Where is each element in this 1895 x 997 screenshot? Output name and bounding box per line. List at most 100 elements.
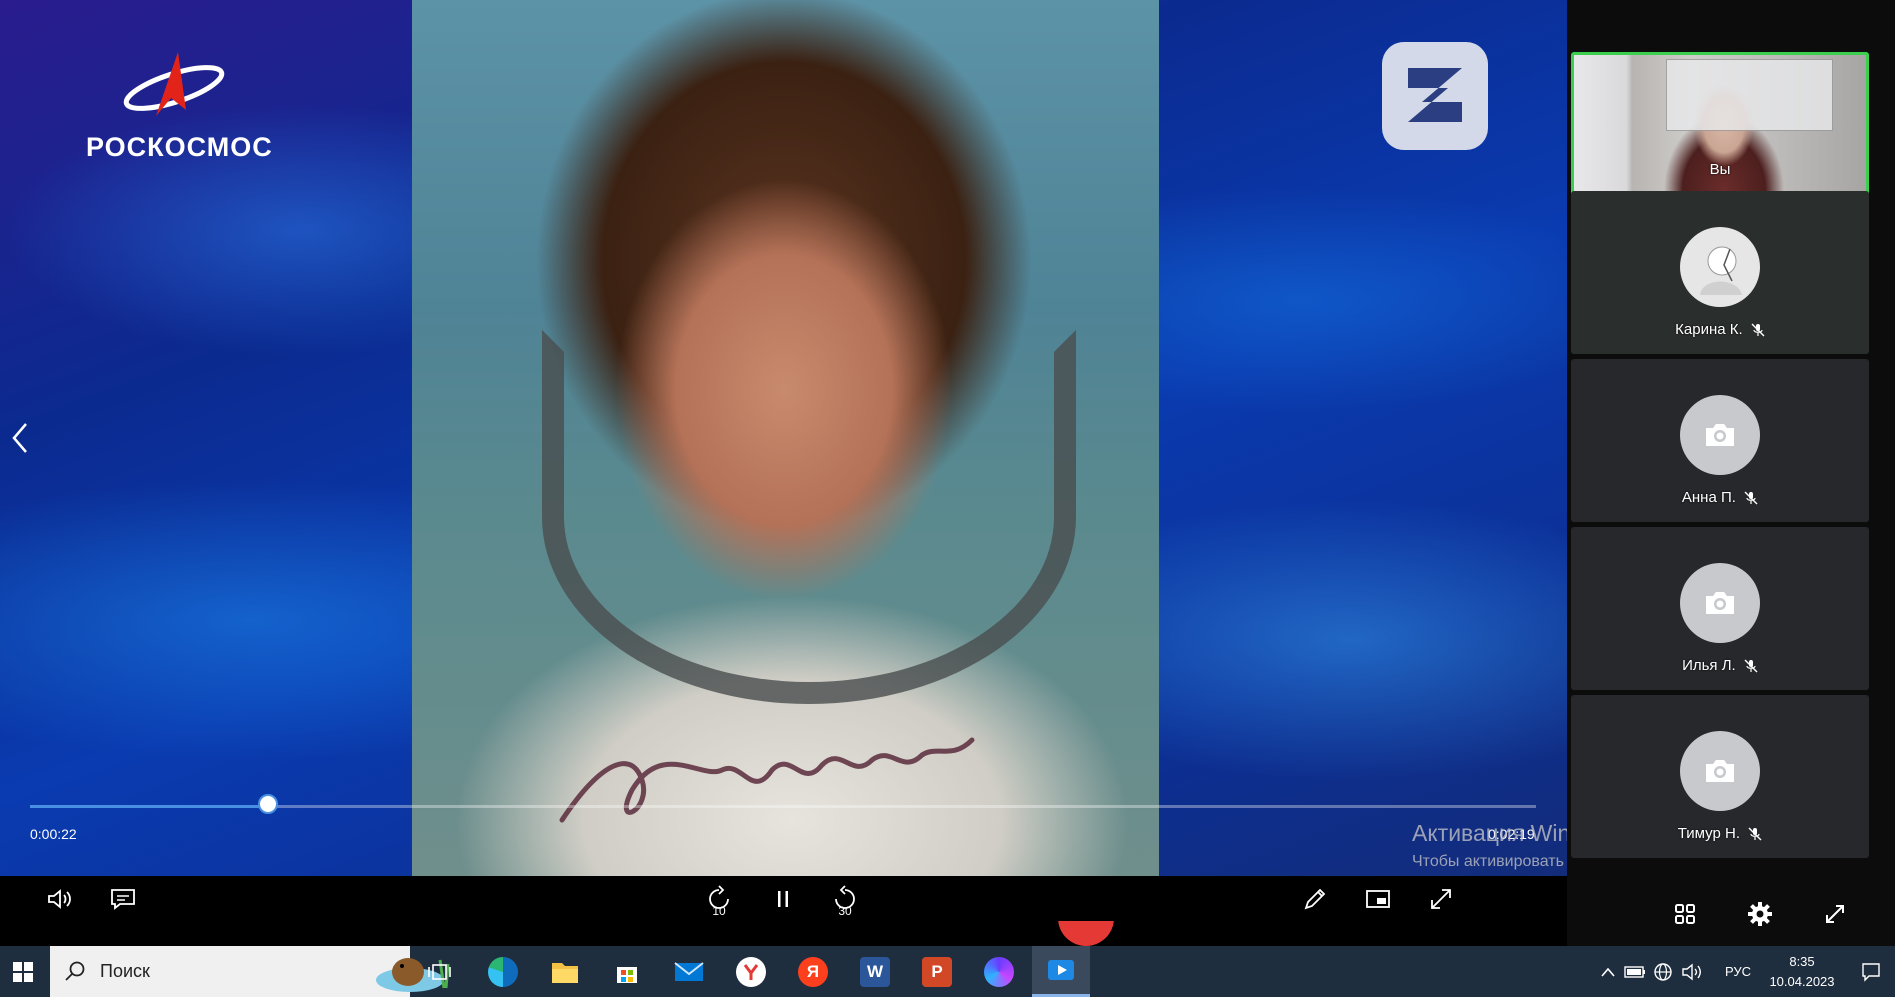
grid-view-button[interactable] <box>1668 897 1702 931</box>
speaker-icon <box>1682 963 1701 980</box>
pause-button[interactable] <box>766 882 800 916</box>
video-progress-fill <box>30 805 268 808</box>
portrait-image <box>412 0 1159 876</box>
expand-icon <box>1431 889 1451 909</box>
video-progress-track[interactable] <box>30 794 1536 814</box>
input-language[interactable]: РУС <box>1720 946 1756 997</box>
pip-icon <box>1366 890 1390 908</box>
network-button[interactable] <box>1650 946 1676 997</box>
folder-icon <box>552 962 578 983</box>
z-logo <box>1382 42 1488 150</box>
notification-center-button[interactable] <box>1856 946 1886 997</box>
task-view-icon <box>428 963 451 980</box>
forward-button[interactable]: 30 <box>828 882 862 918</box>
avatar <box>1680 395 1760 475</box>
word-icon: W <box>860 956 890 987</box>
participant-name: Тимур Н. <box>1571 825 1869 842</box>
fullscreen-button[interactable] <box>1424 882 1458 916</box>
yandex-browser-icon <box>736 956 766 987</box>
volume-button[interactable] <box>43 882 77 916</box>
expand-icon <box>1826 905 1844 923</box>
participant-tile[interactable]: Илья Л. <box>1571 527 1869 690</box>
annotate-button[interactable] <box>1298 882 1332 916</box>
participant-name: Анна П. <box>1571 489 1869 506</box>
mail-app[interactable] <box>660 946 718 997</box>
store-icon <box>617 966 637 983</box>
camera-icon <box>1706 760 1734 782</box>
participant-name: Илья Л. <box>1571 657 1869 674</box>
globe-icon <box>1654 962 1672 981</box>
edge-app[interactable] <box>474 946 532 997</box>
roscosmos-text: РОСКОСМОС <box>86 132 273 162</box>
rewind-seconds: 10 <box>712 904 726 918</box>
clock-date: 10.04.2023 <box>1769 974 1835 989</box>
camera-icon <box>1706 424 1734 446</box>
participant-tile[interactable]: Тимур Н. <box>1571 695 1869 858</box>
player-controls-bar: 10 30 <box>0 876 1567 921</box>
taskbar-search-box[interactable]: Поиск <box>50 946 450 997</box>
volume-icon <box>48 889 71 909</box>
yandex-browser-app[interactable] <box>722 946 780 997</box>
settings-button[interactable] <box>1743 897 1777 931</box>
forward-seconds: 30 <box>838 904 852 918</box>
helmet-ring <box>542 330 1076 704</box>
recording-indicator[interactable] <box>1058 921 1114 946</box>
yandex-icon: Я <box>798 956 828 987</box>
camera-icon <box>1706 592 1734 614</box>
watermark-subtitle: Чтобы активировать Windows, перейдите в … <box>1412 853 1567 870</box>
roscosmos-emblem-icon <box>123 52 225 116</box>
user-photo-icon <box>1700 246 1742 295</box>
windows-taskbar: Поиск Я W P РУС 8:35 10.04.2023 <box>0 946 1895 997</box>
search-icon <box>65 961 85 981</box>
presentation-stage: РОСКОСМОС 0:00:22 0:02:19 Активация Wind… <box>0 0 1567 876</box>
edge-icon <box>488 956 518 987</box>
participant-name: Вы <box>1709 161 1731 178</box>
media-player-app[interactable] <box>1032 946 1090 997</box>
participant-name: Карина К. <box>1571 321 1869 338</box>
watermark-title: Активация Windows <box>1412 820 1567 846</box>
mic-off-icon <box>1751 323 1765 337</box>
participant-tile[interactable]: Анна П. <box>1571 359 1869 522</box>
pencil-icon <box>1304 888 1326 910</box>
start-button[interactable] <box>0 946 46 997</box>
volume-tray-button[interactable] <box>1678 946 1706 997</box>
picture-in-picture-button[interactable] <box>1361 882 1395 916</box>
captions-button[interactable] <box>106 882 140 916</box>
mail-icon <box>674 961 704 981</box>
search-placeholder: Поиск <box>100 961 150 981</box>
task-view-button[interactable] <box>412 946 470 997</box>
current-time: 0:00:22 <box>30 826 77 842</box>
windows-logo-icon <box>13 961 33 982</box>
windows-activation-watermark: Активация Windows Чтобы активировать Win… <box>1412 820 1567 873</box>
alice-app[interactable] <box>970 946 1028 997</box>
signature-image <box>559 737 975 823</box>
z-letter-icon <box>1408 68 1462 122</box>
yandex-app[interactable]: Я <box>784 946 842 997</box>
powerpoint-app[interactable]: P <box>908 946 966 997</box>
battery-button[interactable] <box>1622 946 1648 997</box>
mic-off-icon <box>1744 491 1758 505</box>
mic-off-icon <box>1748 827 1762 841</box>
chevron-up-icon <box>1601 967 1615 977</box>
store-app[interactable] <box>598 946 656 997</box>
mic-off-icon <box>1744 659 1758 673</box>
avatar <box>1680 563 1760 643</box>
expand-panel-button[interactable] <box>1818 897 1852 931</box>
previous-slide-chevron-icon[interactable] <box>8 418 32 458</box>
participant-tile[interactable]: Карина К. <box>1571 191 1869 354</box>
video-progress-knob[interactable] <box>257 794 278 814</box>
taskbar-clock[interactable]: 8:35 10.04.2023 <box>1760 952 1844 992</box>
powerpoint-icon: P <box>922 956 952 987</box>
gear-icon <box>1748 902 1772 926</box>
avatar <box>1680 731 1760 811</box>
self-video-background <box>1666 59 1833 131</box>
battery-icon <box>1624 965 1645 978</box>
notification-icon <box>1862 962 1880 982</box>
participants-panel: Вы Карина К. Анна П. Илья Л. Тимур Н. <box>1567 0 1895 946</box>
avatar <box>1680 227 1760 307</box>
media-player-icon <box>1048 960 1074 980</box>
rewind-button[interactable]: 10 <box>702 882 736 918</box>
word-app[interactable]: W <box>846 946 904 997</box>
show-hidden-icons-button[interactable] <box>1596 946 1620 997</box>
file-explorer-app[interactable] <box>536 946 594 997</box>
